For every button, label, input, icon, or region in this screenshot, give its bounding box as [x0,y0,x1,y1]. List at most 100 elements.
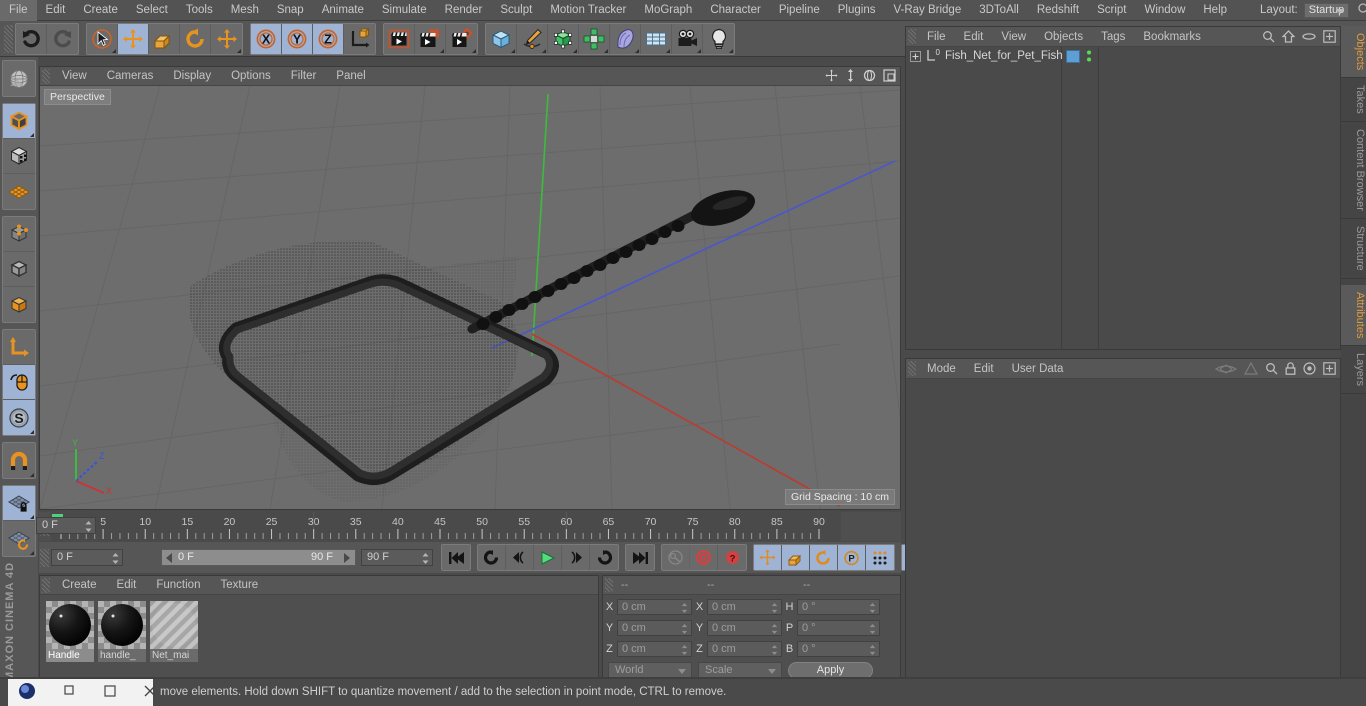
enable-axis-modification-button[interactable] [3,330,35,365]
side-tab-objects[interactable]: Objects [1341,26,1366,79]
size-z-field[interactable]: 0 cm [707,640,782,657]
expand-corner-icon[interactable] [30,551,34,555]
render-settings-button[interactable] [446,23,477,54]
transport-grip[interactable] [40,549,49,567]
search-icon[interactable] [1357,2,1366,19]
expand-corner-icon[interactable] [729,48,733,53]
range-left-handle-icon[interactable] [165,553,174,563]
spinner-icon[interactable] [869,623,876,634]
add-cube-button[interactable] [486,23,517,54]
menu-item-render[interactable]: Render [436,0,492,21]
rotate-tool[interactable] [180,23,211,54]
expand-corner-icon[interactable] [30,515,34,519]
scale-tool[interactable] [149,23,180,54]
lock-x-axis-button[interactable]: X [251,23,282,54]
object-row[interactable]: 0 Fish_Net_for_Pet_Fish [906,47,1340,65]
pan-icon[interactable] [825,69,838,85]
viewport-menu-cameras[interactable]: Cameras [97,67,164,86]
render-to-picture-viewer-button[interactable] [415,23,446,54]
attribute-manager-grip[interactable] [908,361,916,376]
menu-item-file[interactable]: File [0,0,37,21]
soft-selection-button[interactable]: S [3,400,35,435]
orbit-icon[interactable] [863,69,876,85]
spinner-icon[interactable] [112,553,119,564]
menu-item-v-ray-bridge[interactable]: V-Ray Bridge [884,0,970,21]
record-active-objects-button[interactable] [662,545,690,570]
toolbar-grip[interactable] [4,24,13,53]
autokeying-button[interactable] [690,545,718,570]
menu-item-character[interactable]: Character [701,0,770,21]
menu-item-redshift[interactable]: Redshift [1028,0,1088,21]
add-camera-button[interactable] [672,23,703,54]
lock-z-axis-button[interactable]: Z [313,23,344,54]
expand-corner-icon[interactable] [573,48,577,53]
spinner-icon[interactable] [681,623,688,634]
menu-item-create[interactable]: Create [74,0,127,21]
size-x-field[interactable]: 0 cm [707,598,782,615]
material-tag-icon[interactable] [1066,50,1080,63]
material-menu-function[interactable]: Function [146,576,210,595]
expand-corner-icon[interactable] [604,48,608,53]
material-preview[interactable] [46,601,94,649]
spinner-icon[interactable] [771,623,778,634]
keyframe-selection-button[interactable]: ? [718,545,746,570]
plus-box-icon[interactable] [1323,30,1336,46]
parameter-key-button[interactable]: P [838,545,866,570]
maximize-icon[interactable] [883,69,896,85]
spinner-icon[interactable] [681,644,688,655]
menu-item-pipeline[interactable]: Pipeline [770,0,829,21]
material-item[interactable]: handle_ [98,601,146,662]
edges-mode-button[interactable] [3,252,35,287]
expand-corner-icon[interactable] [30,430,34,434]
menu-item-help[interactable]: Help [1194,0,1236,21]
viewport-menu-view[interactable]: View [52,67,97,86]
menu-item-tools[interactable]: Tools [177,0,222,21]
play-reverse-loop-button[interactable] [478,545,506,570]
enable-snapping-button[interactable] [3,365,35,400]
viewport-solo-button[interactable] [3,174,35,209]
next-frame-button[interactable] [562,545,590,570]
spinner-icon[interactable] [771,602,778,613]
viewport-grip[interactable] [42,68,50,84]
timeline-current-frame-field[interactable]: 0 F [36,517,96,534]
rotation-h-field[interactable]: 0 ° [797,598,880,615]
redo-button[interactable] [47,23,78,54]
layout-select[interactable]: Startup [1303,2,1350,18]
ellipse-icon[interactable] [1302,32,1316,44]
menu-item-mograph[interactable]: MoGraph [635,0,701,21]
expand-corner-icon[interactable] [30,473,34,477]
play-button[interactable] [534,545,562,570]
menu-item-window[interactable]: Window [1135,0,1194,21]
viewport-3d-canvas[interactable]: Perspective Grid Spacing : 10 cm Y X Z [40,86,900,509]
add-light-button[interactable] [703,23,734,54]
maximize-button[interactable] [104,685,116,700]
cone-icon[interactable] [1243,361,1259,378]
position-x-field[interactable]: 0 cm [617,598,692,615]
lock-y-axis-button[interactable]: Y [282,23,313,54]
material-item[interactable]: Handle [46,601,94,662]
spinner-icon[interactable] [681,602,688,613]
menu-item-plugins[interactable]: Plugins [829,0,885,21]
add-spline-button[interactable] [517,23,548,54]
side-tab-takes[interactable]: Takes [1341,78,1366,123]
magnet-tool-button[interactable] [3,443,35,478]
make-editable-button[interactable] [3,104,35,139]
spinner-icon[interactable] [422,553,429,564]
side-tab-structure[interactable]: Structure [1341,219,1366,279]
range-right-handle-icon[interactable] [342,553,351,563]
position-y-field[interactable]: 0 cm [617,619,692,636]
object-menu-edit[interactable]: Edit [955,27,993,47]
side-tab-content-browser[interactable]: Content Browser [1341,122,1366,219]
target-icon[interactable] [1303,362,1316,378]
material-preview[interactable] [98,601,146,649]
rotation-b-field[interactable]: 0 ° [797,640,880,657]
play-forward-loop-button[interactable] [590,545,618,570]
menu-item-simulate[interactable]: Simulate [373,0,436,21]
menu-item-3dtoall[interactable]: 3DToAll [970,0,1028,21]
expand-corner-icon[interactable] [635,48,639,53]
attribute-menu-mode[interactable]: Mode [918,359,965,379]
live-selection-tool[interactable] [87,23,118,54]
material-menu-texture[interactable]: Texture [210,576,268,595]
object-menu-file[interactable]: File [918,27,955,47]
undo-view-button[interactable] [3,61,35,96]
